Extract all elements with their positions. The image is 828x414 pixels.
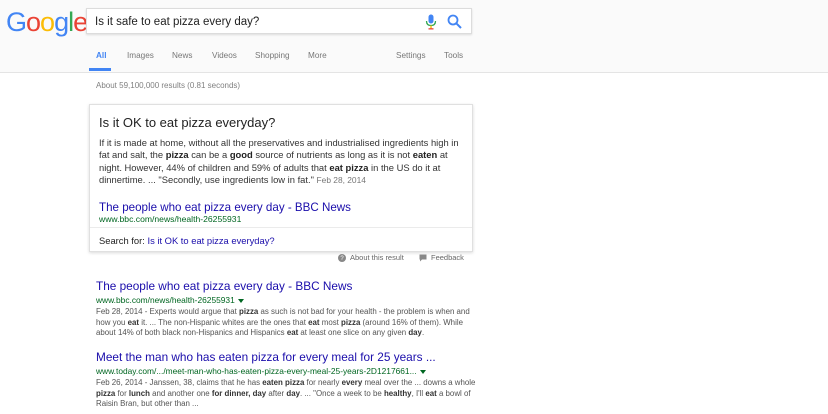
result-url: www.bbc.com/news/health-26255931 [96,295,480,305]
snippet-bold: pizza [165,149,189,161]
snippet-text: after [266,388,287,398]
snippet-bold: eat [286,328,299,338]
snippet-text: meal over the ... downs a whole [362,378,476,387]
snippet-bold: eaten pizza [262,378,305,387]
search-for-link[interactable]: Is it OK to eat pizza everyday? [147,235,274,246]
feedback-button[interactable]: Feedback [419,253,464,262]
search-result: The people who eat pizza every day - BBC… [96,279,480,339]
feedback-icon [419,254,427,261]
help-icon: ? [338,253,346,262]
snippet-bold: eat [127,317,139,327]
microphone-icon[interactable] [425,14,437,30]
snippet-bold: pizza [341,317,361,327]
feedback-label: Feedback [431,253,464,262]
featured-snippet-card: Is it OK to eat pizza everyday? If it is… [89,104,473,252]
snippet-bold: for dinner, day [211,388,267,398]
snippet-text: most [319,317,342,327]
snippet-text: for nearly [304,378,342,387]
featured-result-link[interactable]: The people who eat pizza every day - BBC… [99,201,351,214]
active-tab-indicator [89,68,111,71]
result-title-link[interactable]: Meet the man who has eaten pizza for eve… [96,350,480,364]
snippet-bold: eat [425,388,437,398]
snippet-text: and another one [149,388,212,398]
snippet-text: source of nutrients as long as it is not [252,149,413,161]
snippet-text: . ... "Once a week to be [299,388,384,398]
snippet-text: . [421,328,425,338]
about-label: About this result [350,253,404,262]
snippet-date: Feb 28, 2014 [316,175,366,186]
logo-letter: o [26,7,41,37]
tab-news[interactable]: News [172,51,192,60]
search-box [86,8,472,34]
snippet-bold: day [286,388,300,398]
about-this-result[interactable]: ? About this result [338,253,404,262]
snippet-text: it. ... The non-Hispanic whites are the … [139,317,309,327]
featured-question: Is it OK to eat pizza everyday? [99,115,276,130]
result-title-link[interactable]: The people who eat pizza every day - BBC… [96,279,480,293]
snippet-bold: eat [308,317,320,327]
search-for-row: Search for: Is it OK to eat pizza everyd… [99,235,275,246]
snippet-bold: eat pizza [329,161,369,173]
snippet-bold: day [408,328,422,338]
result-stats: About 59,100,000 results (0.81 seconds) [96,81,241,90]
settings-link[interactable]: Settings [396,51,426,60]
search-for-label: Search for: [99,235,145,246]
snippet-bold: pizza [239,307,259,316]
tab-shopping[interactable]: Shopping [255,51,290,60]
snippet-text: can be a [188,149,230,161]
snippet-bold: eaten [412,149,438,161]
search-result: Meet the man who has eaten pizza for eve… [96,350,480,410]
snippet-bold: healthy [383,388,412,398]
result-snippet: Feb 26, 2014 - Janssen, 38, claims that … [96,378,480,410]
snippet-text: at least one slice on any given [298,328,409,338]
logo-letter: g [54,7,69,37]
snippet-text: Feb 28, 2014 - Experts would argue that [96,307,239,316]
snippet-bold: lunch [128,388,150,398]
url-dropdown-icon[interactable] [237,298,244,303]
tab-more[interactable]: More [308,51,327,60]
featured-snippet-text: If it is made at home, without all the p… [99,137,465,187]
search-input[interactable] [95,13,405,31]
header-bar: Google All Images News Videos Shopping M… [0,0,828,73]
snippet-bold: every [341,378,363,387]
logo-letter: G [6,7,27,37]
tools-link[interactable]: Tools [444,51,463,60]
url-dropdown-icon[interactable] [419,369,426,374]
card-divider [90,227,472,228]
snippet-text: , I'll [411,388,426,398]
tab-videos[interactable]: Videos [212,51,237,60]
snippet-bold: pizza [96,388,116,398]
magnifier-icon[interactable] [447,14,462,29]
result-url-text: www.bbc.com/news/health-26255931 [96,295,235,305]
result-url: www.today.com/.../meet-man-who-has-eaten… [96,366,480,376]
snippet-text: Feb 26, 2014 - Janssen, 38, claims that … [96,378,263,387]
result-snippet: Feb 28, 2014 - Experts would argue that … [96,307,480,339]
logo-letter: o [40,7,55,37]
google-logo[interactable]: Google [6,7,88,37]
result-url-text: www.today.com/.../meet-man-who-has-eaten… [96,366,417,376]
featured-result-url: www.bbc.com/news/health-26255931 [99,214,242,224]
tab-all[interactable]: All [96,51,106,60]
snippet-text: for [115,388,129,398]
tab-images[interactable]: Images [127,51,154,60]
snippet-bold: good [229,149,253,161]
